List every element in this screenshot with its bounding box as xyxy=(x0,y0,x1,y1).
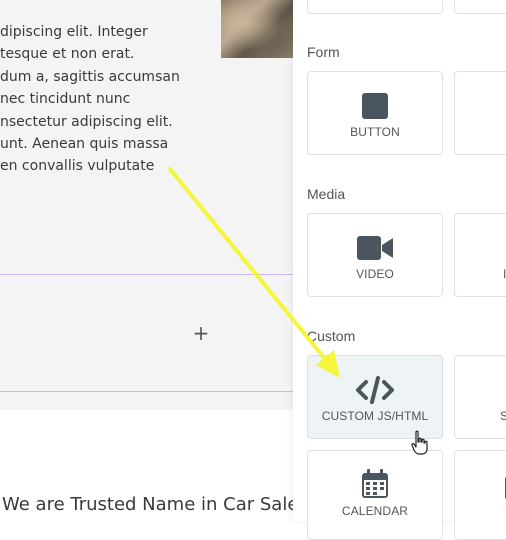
category-title-media: Media xyxy=(307,186,346,202)
paragraph-line: tesque et non erat. xyxy=(0,46,135,63)
button-icon xyxy=(361,92,389,125)
widget-card-top-partial[interactable] xyxy=(454,0,506,14)
widget-button[interactable]: BUTTON xyxy=(307,71,443,155)
paragraph-line: unt. Aenean quis massa xyxy=(0,135,169,152)
paragraph-line: nec tincidunt nunc xyxy=(0,91,131,108)
paragraph-line: dipiscing elit. Integer xyxy=(0,24,148,40)
code-icon xyxy=(356,376,394,409)
widget-card-top[interactable] xyxy=(307,0,443,14)
widget-panel: Form BUTTON Media VIDEO I Custom CUSTOM … xyxy=(293,0,506,540)
paragraph-line: en convallis vulputate xyxy=(0,158,155,175)
video-icon xyxy=(357,236,393,265)
widget-video[interactable]: VIDEO xyxy=(307,213,443,297)
widget-custom-js-html[interactable]: CUSTOM JS/HTML xyxy=(307,355,443,439)
category-title-form: Form xyxy=(307,44,340,60)
widget-label: CALENDAR xyxy=(341,504,409,518)
add-element-button[interactable]: + xyxy=(190,318,212,348)
section-footer-strip xyxy=(0,392,293,410)
widget-label: CUSTOM JS/HTML xyxy=(321,409,429,423)
paragraph-line: dum a, sagittis accumsan xyxy=(0,68,180,85)
widget-calendar[interactable]: CALENDAR xyxy=(307,450,443,540)
widget-card-partial-form[interactable] xyxy=(454,71,506,155)
widget-card-partial-custom[interactable]: S xyxy=(454,355,506,439)
editor-canvas: dipiscing elit. Integer tesque et non er… xyxy=(0,0,293,521)
widget-label: VIDEO xyxy=(356,267,394,281)
rock-photo[interactable] xyxy=(221,0,293,58)
paragraph-line: nsectetur adipiscing elit. xyxy=(0,113,173,130)
paragraph-text[interactable]: dipiscing elit. Integer tesque et non er… xyxy=(0,21,210,178)
category-title-custom: Custom xyxy=(307,328,356,344)
widget-label-partial: S xyxy=(500,409,506,423)
calendar-icon xyxy=(361,469,389,504)
empty-drop-section[interactable] xyxy=(0,274,293,392)
hand-cursor-icon xyxy=(411,430,428,455)
widget-card-partial-bottom[interactable] xyxy=(454,450,506,540)
widget-label: BUTTON xyxy=(350,125,400,139)
page-heading[interactable]: We are Trusted Name in Car Sale xyxy=(2,494,293,515)
widget-card-partial-media[interactable]: I xyxy=(454,213,506,297)
